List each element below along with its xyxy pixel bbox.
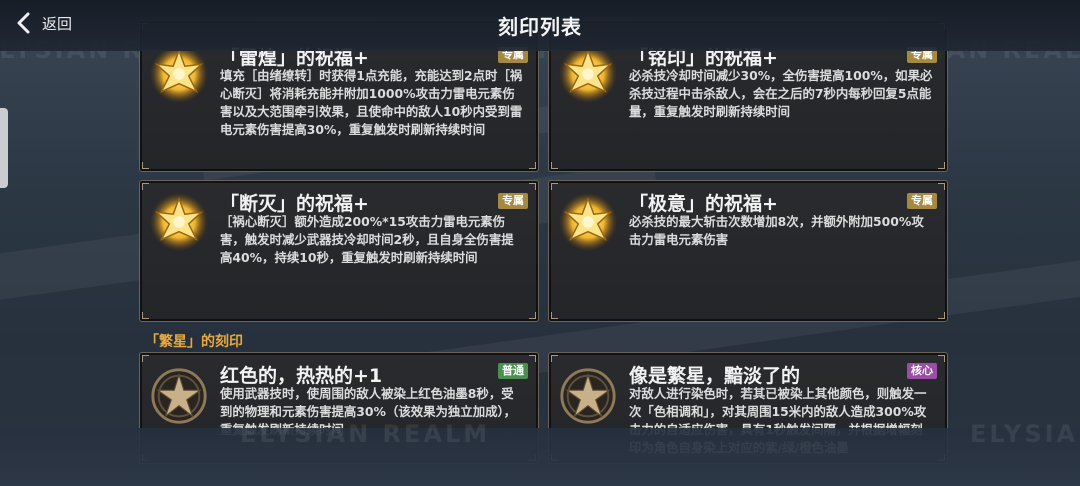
card-title: 像是繁星，黯淡了的 (629, 365, 801, 387)
exclusive-badge: 专属 (498, 193, 528, 209)
normal-badge: 普通 (498, 363, 528, 379)
section-label-fanxing: 「繁星」的刻印 (145, 334, 243, 350)
gold-lotus-emblem-icon (558, 192, 618, 252)
imprint-card-jiyi[interactable]: 「极意」的祝福+ 专属 必杀技的最大斩击次数增加8次，并额外附加500%攻击力雷… (548, 180, 948, 322)
card-description: 必杀技的最大斩击次数增加8次，并额外附加500%攻击力雷电元素伤害 (629, 214, 924, 247)
side-drawer-handle[interactable] (0, 108, 8, 188)
gold-lotus-emblem-icon (149, 192, 209, 252)
gold-lotus-emblem-icon (558, 44, 618, 104)
top-bar: 返回 刻印列表 (0, 0, 1080, 51)
card-description: 填充［由绪缭转］时获得1点充能，充能达到2点时［祸心断灭］将消耗充能并附加100… (220, 68, 523, 137)
card-title: 「极意」的祝福+ (629, 193, 778, 215)
exclusive-badge: 专属 (907, 193, 937, 209)
imprint-card-duanmie[interactable]: 「断灭」的祝福+ 专属 ［祸心断灭］额外造成200%*15攻击力雷电元素伤害，触… (139, 180, 539, 322)
card-description: 必杀技冷却时间减少30%，全伤害提高100%，如果必杀技过程中击杀敌人，会在之后… (629, 68, 933, 119)
page-title: 刻印列表 (498, 15, 582, 39)
core-badge: 核心 (907, 363, 937, 379)
card-title: 「断灭」的祝福+ (220, 193, 369, 215)
card-title: 红色的，热热的+1 (220, 365, 383, 387)
gold-lotus-emblem-icon (149, 44, 209, 104)
star-ring-emblem-icon (151, 368, 207, 424)
bottom-fade-band (0, 428, 1080, 486)
star-ring-emblem-icon (560, 368, 616, 424)
card-description: ［祸心断灭］额外造成200%*15攻击力雷电元素伤害，触发时减少武器技冷却时间2… (220, 214, 514, 265)
